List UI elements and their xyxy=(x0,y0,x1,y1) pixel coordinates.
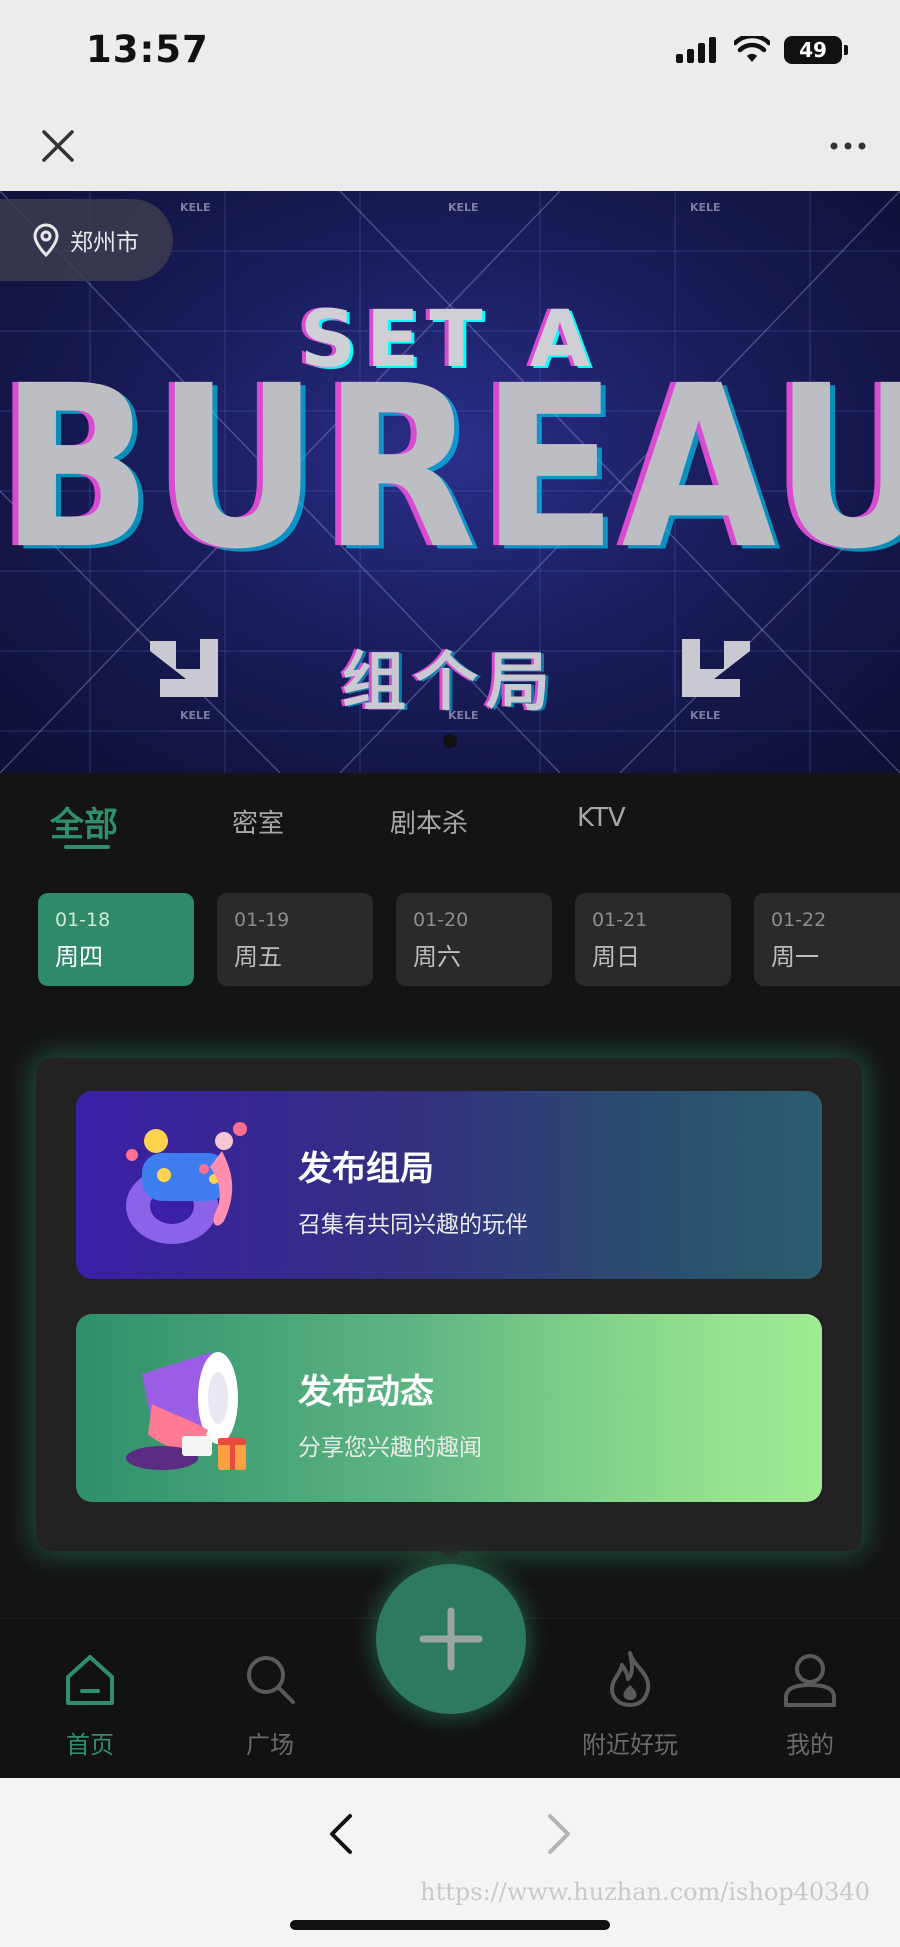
chip-date: 01-22 xyxy=(771,909,827,931)
signal-icon xyxy=(676,37,716,63)
publish-group-card[interactable]: 发布组局 召集有共同兴趣的玩伴 xyxy=(76,1091,822,1279)
chip-date: 01-20 xyxy=(413,909,469,931)
status-bar: 13:57 49 xyxy=(0,0,900,100)
tab-all[interactable]: 全部 xyxy=(50,797,118,846)
location-city: 郑州市 xyxy=(70,230,139,256)
chip-weekday: 周一 xyxy=(771,943,819,971)
more-icon[interactable] xyxy=(826,126,870,166)
tab-murder-mystery[interactable]: 剧本杀 xyxy=(390,803,468,840)
location-selector[interactable]: 郑州市 xyxy=(0,199,173,281)
search-icon xyxy=(247,1656,295,1704)
publish-post-card[interactable]: 发布动态 分享您兴趣的趣闻 xyxy=(76,1314,822,1502)
tab-active-indicator xyxy=(64,845,110,849)
banner-carousel[interactable]: KELE KELE KELE KELE KELE KELE SET A BURE… xyxy=(0,191,900,773)
battery-indicator: 49 xyxy=(784,36,848,64)
tab-ktv[interactable]: KTV xyxy=(577,803,626,833)
site-watermark: https://www.huzhan.com/ishop40340 xyxy=(420,1878,870,1906)
tabbar-label: 附近好玩 xyxy=(582,1731,678,1759)
publish-group-title: 发布组局 xyxy=(298,1149,434,1189)
chevron-right-icon[interactable] xyxy=(538,1810,578,1858)
chevron-left-icon[interactable] xyxy=(322,1810,362,1858)
tabbar-label: 首页 xyxy=(66,1731,114,1759)
location-pin-icon xyxy=(33,223,59,257)
tabbar-nearby[interactable]: 附近好玩 xyxy=(570,1649,690,1760)
publish-group-subtitle: 召集有共同兴趣的玩伴 xyxy=(298,1212,528,1238)
banner-watermark: KELE xyxy=(690,201,721,214)
browser-toolbar: https://www.huzhan.com/ishop40340 xyxy=(0,1778,900,1947)
date-chip[interactable]: 01-20 周六 xyxy=(396,893,552,986)
tabbar-home[interactable]: 首页 xyxy=(30,1649,150,1760)
publish-post-title: 发布动态 xyxy=(298,1372,434,1412)
tab-escape-room[interactable]: 密室 xyxy=(232,803,284,840)
tabbar-label: 我的 xyxy=(786,1731,834,1759)
plus-icon xyxy=(419,1607,483,1671)
tabbar-label: 广场 xyxy=(246,1731,294,1759)
carousel-indicator xyxy=(443,734,457,748)
chip-weekday: 周四 xyxy=(55,943,103,971)
user-icon xyxy=(784,1654,836,1707)
banner-headline-big: BUREAU xyxy=(0,337,900,599)
chip-weekday: 周六 xyxy=(413,943,461,971)
status-time: 13:57 xyxy=(86,28,209,71)
chip-date: 01-18 xyxy=(55,909,111,931)
chip-date: 01-21 xyxy=(592,909,648,931)
home-icon xyxy=(66,1655,114,1705)
banner-watermark: KELE xyxy=(448,201,479,214)
add-button[interactable] xyxy=(376,1564,526,1714)
flame-icon xyxy=(610,1651,651,1707)
chip-weekday: 周五 xyxy=(234,943,282,971)
chip-date: 01-19 xyxy=(234,909,290,931)
nav-header xyxy=(0,100,900,191)
popover-arrow xyxy=(437,1549,463,1561)
tabbar-square[interactable]: 广场 xyxy=(210,1649,330,1760)
status-icons: 49 xyxy=(676,36,848,64)
megaphone-illustration-icon xyxy=(126,1352,246,1470)
banner-headline-cn: 组个局 xyxy=(342,646,558,720)
category-tabs: 全部 密室 剧本杀 KTV xyxy=(0,773,900,883)
date-chip[interactable]: 01-18 周四 xyxy=(38,893,194,986)
wifi-icon xyxy=(734,36,770,62)
date-chip[interactable]: 01-22 周一 xyxy=(754,893,900,986)
game-controller-illustration-icon xyxy=(126,1122,247,1244)
date-chip[interactable]: 01-19 周五 xyxy=(217,893,373,986)
tabbar-mine[interactable]: 我的 xyxy=(750,1649,870,1760)
chip-weekday: 周日 xyxy=(592,943,640,971)
home-indicator[interactable] xyxy=(290,1920,610,1930)
publish-popover: 发布组局 召集有共同兴趣的玩伴 发布动态 分享您兴趣的趣闻 xyxy=(36,1058,862,1551)
date-chip[interactable]: 01-21 周日 xyxy=(575,893,731,986)
banner-watermark: KELE xyxy=(180,201,211,214)
close-icon[interactable] xyxy=(38,126,78,166)
publish-post-subtitle: 分享您兴趣的趣闻 xyxy=(298,1435,482,1461)
